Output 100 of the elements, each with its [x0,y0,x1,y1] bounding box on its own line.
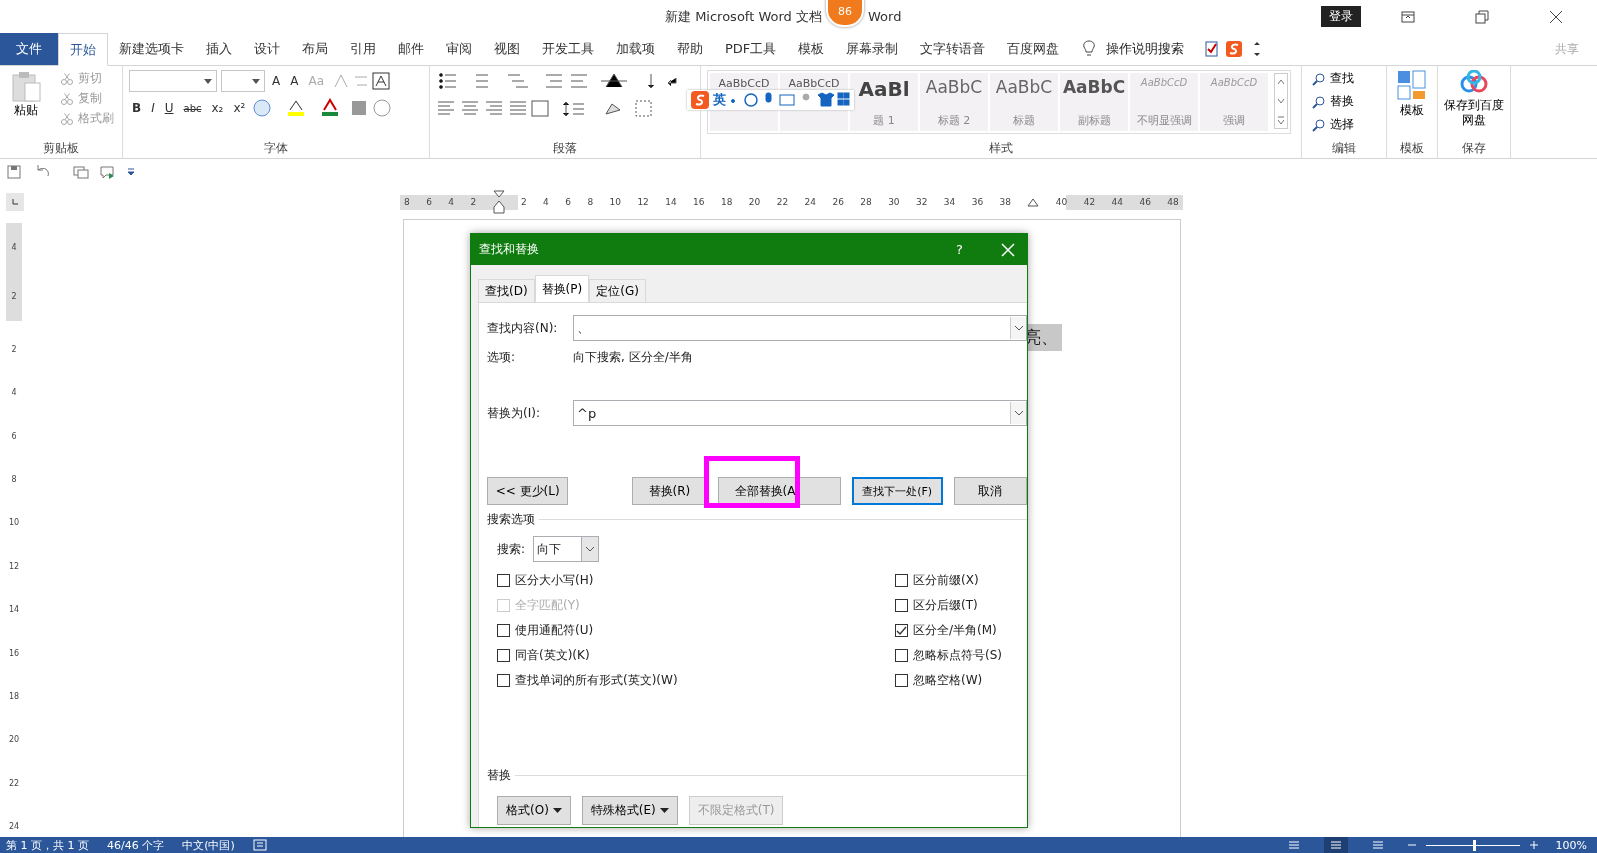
dropdown-icon[interactable] [1010,317,1026,339]
option-checkbox[interactable]: 同音(英文)(K) [497,643,678,668]
zoom-thumb[interactable] [1472,839,1476,851]
ribbon-tab[interactable]: 文字转语音 [909,33,997,65]
ribbon-tab[interactable]: 引用 [339,33,387,65]
option-checkbox[interactable]: 区分前缀(X) [895,568,1017,593]
style-preview[interactable]: AaBbC [925,77,983,97]
font-name-field[interactable] [129,70,217,92]
ribbon-tab[interactable]: 邮件 [387,33,435,65]
format-button[interactable]: 特殊格式(E) [581,796,678,825]
font-format-button[interactable]: B [129,101,145,115]
checkbox[interactable] [895,574,908,587]
dialog-tab[interactable]: 查找(D) [478,279,535,302]
search-direction-field[interactable]: 向下 [533,536,599,562]
dialog-button[interactable]: 查找下一处(F) [851,477,943,505]
ribbon-tab[interactable]: 帮助 [666,33,714,65]
style-preview[interactable]: AaBbCcD [718,77,770,90]
zoom-in-icon[interactable] [1529,841,1538,849]
ribbon-tab[interactable]: 百度网盘 [996,33,1071,65]
font-format-button[interactable]: I [148,101,158,115]
font-color-icons[interactable] [252,98,393,118]
ruler-number: 12 [8,561,20,571]
ribbon-tab[interactable]: 屏幕录制 [835,33,910,65]
zoom-level[interactable]: 100% [1555,838,1587,852]
ribbon-tab[interactable]: 布局 [291,33,339,65]
checkbox[interactable] [497,649,510,662]
checkbox[interactable] [497,574,510,587]
ribbon-tab[interactable]: 文件 [0,33,58,65]
ribbon-tab[interactable]: 设计 [243,33,291,65]
paste-button[interactable]: 粘贴 [6,70,46,140]
font-format-button[interactable]: abc [180,102,205,114]
dialog-button[interactable]: << 更少(L) [487,477,569,505]
dialog-button[interactable]: 替换(R) [632,477,707,505]
vertical-ruler[interactable]: 4 2 2 4 6 8 10 12 14 16 18 20 22 24 [6,219,22,837]
dialog-button[interactable]: 全部替换(A [717,477,841,505]
tell-me-search[interactable]: 操作说明搜索 [1106,40,1185,58]
editing-command[interactable]: 查找 [1312,70,1380,87]
ribbon-tab[interactable]: 开始 [58,33,108,66]
font-format-button[interactable]: x² [230,101,249,115]
style-name: 强调 [1223,113,1245,128]
checkbox[interactable] [895,624,908,637]
style-preview[interactable]: AaBbCcD [788,77,840,90]
option-checkbox[interactable]: 查找单词的所有形式(英文)(W) [497,668,678,693]
editing-command[interactable]: 选择 [1312,116,1380,133]
font-tools-icon[interactable] [331,71,391,91]
right-indent-icon[interactable] [1027,197,1040,207]
style-preview[interactable]: AaBbC [1062,77,1126,97]
ruler-number: 2 [11,345,17,354]
zoom-out-icon[interactable] [1407,841,1416,849]
checkbox[interactable] [497,624,510,637]
option-checkbox[interactable]: 区分全/半角(M) [895,618,1017,643]
style-preview[interactable]: AaBbC [995,77,1053,97]
ribbon-display-icon[interactable] [1401,9,1416,24]
dialog-tab[interactable]: 替换(P) [534,275,590,302]
style-preview[interactable]: AaBl [858,77,910,101]
ribbon-tab[interactable]: 模板 [787,33,836,65]
template-button[interactable]: 模板 [1400,102,1424,119]
close-icon[interactable] [1549,9,1564,24]
font-button[interactable]: A [287,74,302,88]
quick-access-icons[interactable] [6,164,116,180]
find-field[interactable]: 、 [573,315,1027,341]
checkbox[interactable] [895,599,908,612]
ribbon-tab[interactable]: 新建选项卡 [108,33,195,65]
font-format-button[interactable]: x₂ [208,101,227,115]
ruler-number: 44 [1111,197,1123,207]
option-checkbox[interactable]: 使用通配符(U) [497,618,678,643]
replace-field[interactable]: ^p [573,400,1027,426]
checkbox[interactable] [497,674,510,687]
ribbon-tab[interactable]: 视图 [483,33,531,65]
dialog-tab[interactable]: 定位(G) [589,279,646,302]
dropdown-icon[interactable] [1010,402,1026,424]
ribbon-tab[interactable]: 插入 [195,33,243,65]
tab-selector-icon[interactable] [6,193,24,211]
option-checkbox[interactable]: 区分后缀(T) [895,593,1017,618]
format-button[interactable]: 格式(O) [497,796,571,825]
editing-command[interactable]: 替换 [1312,93,1380,110]
save-to-cloud-button[interactable]: 保存到百度网盘 [1442,98,1506,128]
customize-icon[interactable] [126,167,136,177]
help-button[interactable]: ? [950,241,969,258]
checkbox[interactable] [895,649,908,662]
ime-toolbar[interactable]: 英 [687,90,854,110]
dialog-button[interactable]: 取消 [953,477,1027,505]
font-size-field[interactable] [221,70,265,92]
ribbon-tab[interactable]: 开发工具 [531,33,605,65]
checkbox[interactable] [895,674,908,687]
ribbon-tab[interactable]: 审阅 [435,33,483,65]
indent-marker-icon[interactable] [492,190,505,214]
restore-icon[interactable] [1475,9,1490,24]
font-button[interactable]: A [269,74,284,88]
login-button[interactable]: 登录 [1321,6,1362,27]
option-checkbox[interactable]: 忽略标点符号(S) [895,643,1017,668]
view-button[interactable] [1323,837,1348,853]
ruler-number: 6 [426,197,432,207]
font-format-button[interactable]: U [161,101,177,115]
ruler-number: 6 [565,197,571,207]
ribbon-tab[interactable]: 加载项 [605,33,666,65]
macro-icon[interactable] [252,839,267,851]
ribbon-tab[interactable]: PDF工具 [714,33,788,65]
option-checkbox[interactable]: 忽略空格(W) [895,668,1017,693]
option-checkbox[interactable]: 区分大小写(H) [497,568,678,593]
